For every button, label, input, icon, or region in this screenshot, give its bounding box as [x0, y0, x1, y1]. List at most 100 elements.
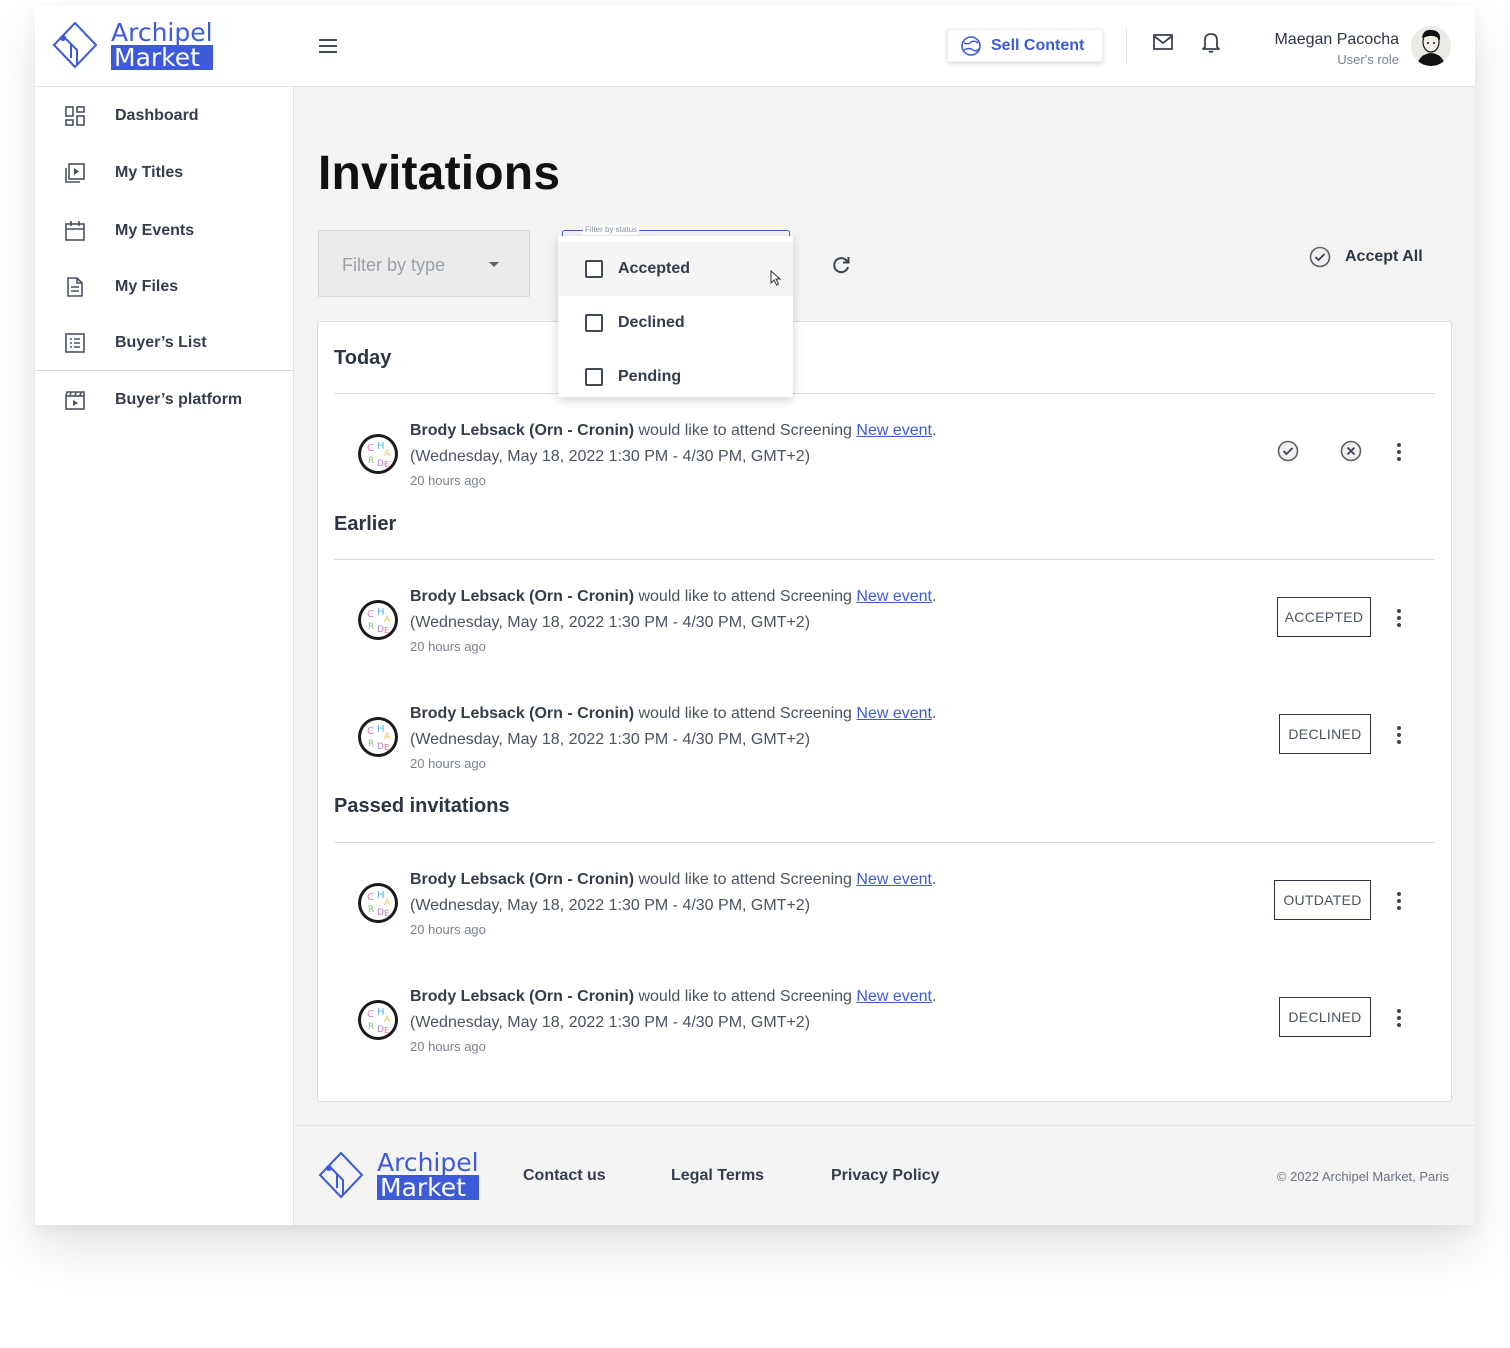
mail-icon[interactable] [1151, 30, 1175, 54]
svg-text:R: R [368, 1022, 374, 1032]
invitation-date: (Wednesday, May 18, 2022 1:30 PM - 4/30 … [410, 897, 811, 914]
checkbox[interactable] [585, 314, 603, 332]
status-badge: DECLINED [1279, 714, 1371, 754]
accept-icon[interactable] [1276, 439, 1300, 463]
section-divider [334, 559, 1435, 560]
invitation-item: CHARDE Brody Lebsack (Orn - Cronin) woul… [318, 588, 1453, 668]
checkbox[interactable] [585, 368, 603, 386]
event-thumbnail[interactable]: CHARDE [358, 434, 398, 474]
checkbox[interactable] [585, 260, 603, 278]
more-options-icon[interactable] [1388, 890, 1410, 912]
accept-all-label: Accept All [1345, 248, 1423, 265]
event-link[interactable]: New event [856, 588, 932, 605]
invitation-text: would like to attend Screening [634, 422, 857, 439]
footer-logo[interactable]: Archipel Market [317, 1150, 479, 1200]
sell-content-button[interactable]: Sell Content [947, 29, 1103, 62]
invitation-date: (Wednesday, May 18, 2022 1:30 PM - 4/30 … [410, 731, 811, 748]
header-divider [1126, 28, 1127, 64]
avatar[interactable] [1411, 26, 1451, 66]
inviter-name: Brody Lebsack (Orn - Cronin) [410, 871, 635, 888]
sidebar-item-label: Buyer’s List [115, 334, 207, 351]
status-option-pending[interactable]: Pending [558, 350, 793, 404]
svg-text:E: E [384, 1026, 389, 1035]
status-badge: DECLINED [1279, 997, 1371, 1037]
event-link[interactable]: New event [856, 705, 932, 722]
caret-down-icon [489, 262, 499, 267]
calendar-icon [65, 221, 85, 241]
more-options-icon[interactable] [1388, 607, 1410, 629]
status-option-label: Declined [618, 314, 685, 331]
event-thumbnail[interactable]: CHARDE [358, 600, 398, 640]
invitation-time-ago: 20 hours ago [410, 639, 486, 654]
footer-link-privacy[interactable]: Privacy Policy [831, 1167, 940, 1185]
inviter-name: Brody Lebsack (Orn - Cronin) [410, 988, 635, 1005]
svg-text:R: R [368, 739, 374, 749]
invitations-card: Today CHARDE Brody Lebsack (Orn - Cronin… [317, 321, 1452, 1102]
archipel-logo-icon [52, 21, 98, 69]
more-options-icon[interactable] [1388, 441, 1410, 463]
svg-text:A: A [384, 898, 391, 908]
svg-text:D: D [377, 459, 384, 469]
sidebar-item-my-files[interactable]: My Files [35, 265, 294, 309]
period: . [931, 705, 937, 722]
sidebar-item-label: Buyer’s platform [115, 391, 243, 408]
status-option-declined[interactable]: Declined [558, 296, 793, 350]
filter-type-placeholder: Filter by type [342, 255, 446, 275]
event-thumbnail[interactable]: CHARDE [358, 883, 398, 923]
invitation-time-ago: 20 hours ago [410, 756, 486, 771]
refresh-icon[interactable] [829, 253, 853, 277]
sidebar-item-label: My Files [115, 278, 179, 295]
event-link[interactable]: New event [856, 988, 932, 1005]
event-thumbnail[interactable]: CHARDE [358, 1000, 398, 1040]
status-option-accepted[interactable]: Accepted [558, 242, 793, 296]
clapperboard-icon [65, 391, 85, 410]
svg-text:D: D [377, 742, 384, 752]
svg-text:D: D [377, 908, 384, 918]
period: . [931, 422, 937, 439]
sidebar-item-buyers-platform[interactable]: Buyer’s platform [35, 378, 294, 422]
svg-text:E: E [384, 626, 389, 635]
header-logo[interactable]: Archipel Market [51, 20, 213, 70]
svg-text:E: E [384, 460, 389, 469]
more-options-icon[interactable] [1388, 724, 1410, 746]
invitation-item: CHARDE Brody Lebsack (Orn - Cronin) woul… [318, 422, 1453, 502]
status-dropdown-menu: Accepted Declined Pending [558, 236, 793, 397]
section-divider [334, 842, 1435, 843]
event-link[interactable]: New event [856, 871, 932, 888]
sidebar: Dashboard My Titles My Events My Files B… [35, 87, 294, 1225]
user-name[interactable]: Maegan Pacocha [1274, 31, 1399, 49]
sidebar-item-my-titles[interactable]: My Titles [35, 151, 294, 195]
list-icon [65, 333, 85, 353]
invitation-text: would like to attend Screening [634, 988, 857, 1005]
inviter-name: Brody Lebsack (Orn - Cronin) [410, 588, 635, 605]
hamburger-icon[interactable] [319, 36, 341, 56]
sidebar-item-my-events[interactable]: My Events [35, 209, 294, 253]
svg-text:R: R [368, 622, 374, 632]
more-options-icon[interactable] [1388, 1007, 1410, 1029]
decline-icon[interactable] [1339, 439, 1363, 463]
footer-link-legal[interactable]: Legal Terms [671, 1167, 764, 1185]
status-badge: OUTDATED [1274, 880, 1371, 920]
accept-all-button[interactable]: Accept All [1309, 245, 1423, 269]
filter-by-type-select[interactable]: Filter by type [318, 230, 530, 297]
svg-text:A: A [384, 449, 391, 459]
status-option-label: Accepted [618, 260, 691, 277]
event-thumbnail[interactable]: CHARDE [358, 717, 398, 757]
section-title-today: Today [334, 347, 392, 369]
logo-line1: Archipel [111, 18, 213, 47]
svg-text:E: E [384, 909, 389, 918]
sidebar-item-buyers-list[interactable]: Buyer’s List [35, 321, 294, 365]
user-role: User's role [1337, 52, 1399, 67]
footer-link-contact[interactable]: Contact us [523, 1167, 606, 1185]
section-title-earlier: Earlier [334, 513, 397, 535]
event-link[interactable]: New event [856, 422, 932, 439]
sidebar-item-dashboard[interactable]: Dashboard [35, 94, 294, 138]
file-icon [67, 277, 83, 297]
svg-text:C: C [367, 443, 374, 454]
sidebar-divider [35, 370, 294, 371]
svg-text:E: E [384, 743, 389, 752]
bell-icon[interactable] [1199, 30, 1223, 54]
sell-content-label: Sell Content [991, 36, 1085, 54]
footer: Archipel Market Contact us Legal Terms P… [295, 1125, 1475, 1225]
svg-text:C: C [367, 726, 374, 737]
